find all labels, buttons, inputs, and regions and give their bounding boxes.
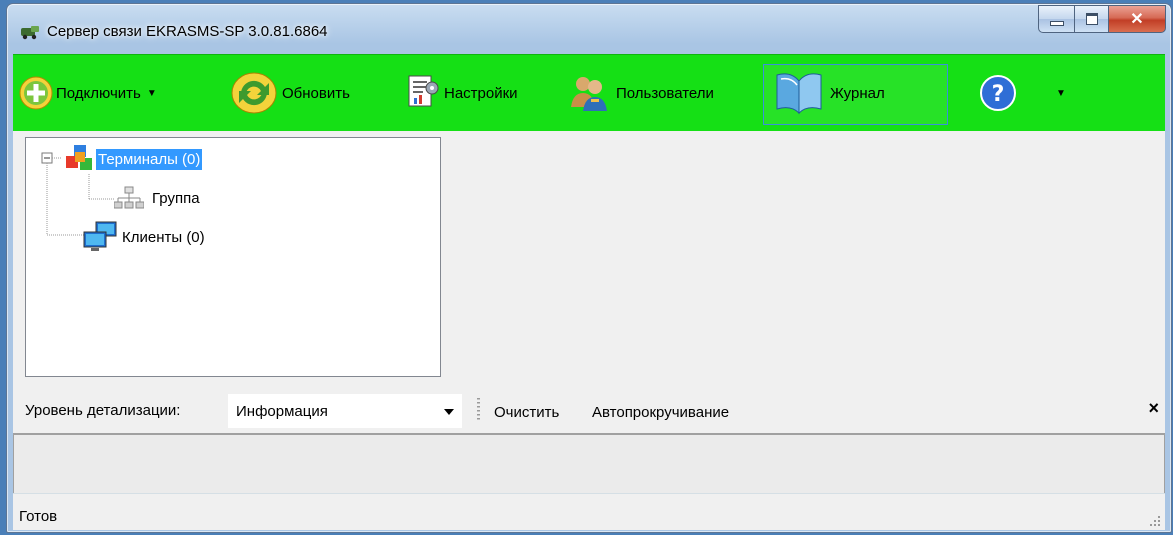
window-title: Сервер связи EKRASMS-SP 3.0.81.6864 (47, 23, 328, 40)
svg-text:?: ? (992, 82, 1005, 107)
chevron-down-icon (444, 409, 454, 415)
refresh-button[interactable]: Обновить (229, 55, 350, 131)
dropdown-arrow-icon: ▼ (146, 87, 157, 99)
app-icon (19, 24, 41, 40)
autoscroll-button[interactable]: Автопрокручивание (592, 404, 729, 421)
minimize-button[interactable] (1038, 5, 1075, 33)
tree-label-group: Группа (152, 189, 200, 207)
title-bar[interactable]: Сервер связи EKRASMS-SP 3.0.81.6864 ✕ (7, 4, 1171, 52)
close-window-button[interactable]: ✕ (1109, 5, 1166, 33)
dropdown-arrow-icon: ▼ (1056, 87, 1066, 99)
main-toolbar: Подключить ▼ Обновить Настройки Пользова… (13, 54, 1165, 132)
clear-button[interactable]: Очистить (494, 404, 559, 421)
detail-level-value: Информация (236, 403, 328, 420)
tree-node-group[interactable]: Группа (114, 186, 200, 210)
users-icon (569, 73, 613, 113)
journal-button[interactable]: Журнал (773, 55, 885, 131)
refresh-icon (229, 71, 279, 115)
tree-label-terminals: Терминалы (0) (96, 148, 203, 170)
help-icon: ? (979, 74, 1017, 112)
status-bar: Готов (13, 493, 1165, 530)
settings-document-icon (405, 74, 441, 112)
resize-grip-icon[interactable] (1149, 514, 1161, 526)
network-group-icon (114, 186, 144, 210)
window-controls: ✕ (1038, 5, 1166, 33)
close-icon: ✕ (1130, 11, 1144, 28)
connect-button[interactable]: Подключить ▼ (19, 55, 157, 131)
refresh-label: Обновить (282, 84, 350, 102)
journal-book-icon (773, 69, 827, 117)
tree-label-clients: Клиенты (0) (122, 228, 205, 246)
help-button[interactable]: ? (979, 55, 1020, 131)
detail-level-label: Уровень детализации: (25, 402, 181, 419)
toolbar-grip[interactable] (477, 398, 480, 422)
toolbar-overflow-button[interactable]: ▼ (1056, 55, 1066, 131)
users-label: Пользователи (616, 84, 714, 102)
computers-icon (82, 220, 118, 254)
log-toolbar: Уровень детализации: Информация Очистить… (13, 383, 1165, 433)
tree-node-clients[interactable]: Клиенты (0) (82, 220, 205, 254)
maximize-button[interactable] (1075, 5, 1109, 33)
users-button[interactable]: Пользователи (569, 55, 714, 131)
close-log-button[interactable]: × (1148, 398, 1159, 419)
connect-label: Подключить (56, 84, 141, 102)
app-window: Сервер связи EKRASMS-SP 3.0.81.6864 ✕ По… (6, 3, 1172, 533)
tree-view[interactable]: Терминалы (0) Группа Клиенты (0) (25, 137, 441, 377)
tree-node-terminals[interactable]: Терминалы (0) (64, 144, 203, 174)
minimize-icon (1049, 20, 1064, 26)
detail-level-select[interactable]: Информация (227, 393, 463, 429)
maximize-icon (1085, 13, 1098, 25)
content-area: Терминалы (0) Группа Клиенты (0) (13, 131, 1165, 383)
settings-label: Настройки (444, 84, 518, 102)
settings-button[interactable]: Настройки (405, 55, 518, 131)
status-text: Готов (19, 508, 58, 525)
cubes-icon (64, 144, 96, 174)
add-icon (19, 76, 53, 110)
journal-label: Журнал (830, 84, 885, 102)
log-panel[interactable] (13, 433, 1165, 494)
